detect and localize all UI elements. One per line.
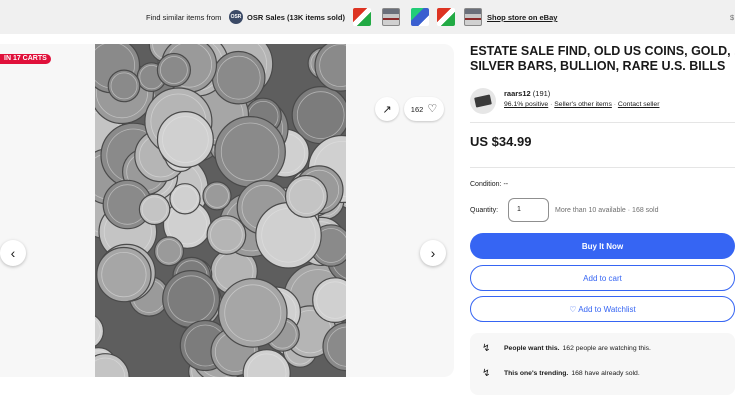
watch-count-button[interactable]: 162 ♡ xyxy=(404,97,444,121)
seller-card: raars12 (191) 96.1% positive · Seller's … xyxy=(470,86,735,116)
seller-links: 96.1% positive · Seller's other items · … xyxy=(504,101,659,108)
item-photo[interactable] xyxy=(95,44,346,377)
seller-name-label: raars12 xyxy=(504,89,531,98)
seller-positive-link[interactable]: 96.1% positive xyxy=(504,101,548,108)
chevron-right-icon[interactable]: › xyxy=(420,240,446,266)
demand-signals: ↯ People want this. 162 people are watch… xyxy=(470,333,735,395)
coins-image xyxy=(95,44,346,377)
similar-item-thumb[interactable] xyxy=(464,8,482,26)
store-banner: Find similar items from OSR OSR Sales (1… xyxy=(0,0,735,34)
similar-item-thumb[interactable] xyxy=(353,8,371,26)
image-gallery: ‹ › ↗ 162 ♡ xyxy=(0,44,454,377)
store-name-label: OSR Sales xyxy=(247,13,285,22)
signal-bold: People want this. xyxy=(504,345,560,352)
heart-icon: ♡ xyxy=(427,102,438,115)
signal-text: 162 people are watching this. xyxy=(562,345,651,352)
divider xyxy=(470,167,735,168)
store-name[interactable]: OSR Sales (13K items sold) xyxy=(247,13,345,22)
similar-item-thumb[interactable] xyxy=(437,8,455,26)
signal-text: 168 have already sold. xyxy=(571,370,640,377)
shop-store-link[interactable]: Shop store on eBay xyxy=(487,13,557,22)
banner-find-text: Find similar items from xyxy=(146,13,222,22)
watch-count: 162 xyxy=(410,104,424,114)
signal-bold: This one's trending. xyxy=(504,370,569,377)
add-to-watchlist-button[interactable]: ♡ Add to Watchlist xyxy=(470,296,735,322)
contact-seller-link[interactable]: Contact seller xyxy=(618,101,660,108)
lightning-icon: ↯ xyxy=(482,368,491,379)
quantity-label: Quantity: xyxy=(470,207,499,214)
lightning-icon: ↯ xyxy=(482,343,491,354)
condition-text: Condition: -- xyxy=(470,181,509,188)
seller-avatar[interactable] xyxy=(470,88,496,114)
similar-item-thumb[interactable] xyxy=(382,8,400,26)
divider xyxy=(470,122,735,123)
banner-trailing-text: $ xyxy=(730,13,735,22)
quantity-available: More than 10 available · 168 sold xyxy=(555,207,659,214)
listing-title-line2: SILVER BARS, BULLION, RARE U.S. BILLS xyxy=(470,59,726,73)
seller-other-items-link[interactable]: Seller's other items xyxy=(554,101,612,108)
listing-title-line1: ESTATE SALE FIND, OLD US COINS, GOLD, .9… xyxy=(470,44,735,58)
in-carts-badge: IN 17 CARTS xyxy=(0,54,51,64)
seller-feedback-count: (191) xyxy=(532,89,551,98)
listing-title: ESTATE SALE FIND, OLD US COINS, GOLD, .9… xyxy=(470,44,735,74)
add-to-cart-button[interactable]: Add to cart xyxy=(470,265,735,291)
chevron-left-icon[interactable]: ‹ xyxy=(0,240,26,266)
signal-watchers: ↯ People want this. 162 people are watch… xyxy=(482,343,651,354)
buy-it-now-button[interactable]: Buy It Now xyxy=(470,233,735,259)
similar-item-thumb[interactable] xyxy=(411,8,429,26)
seller-name[interactable]: raars12 (191) xyxy=(504,89,550,98)
store-sold-count: (13K items sold) xyxy=(287,13,345,22)
expand-icon[interactable]: ↗ xyxy=(375,97,399,121)
price: US $34.99 xyxy=(470,134,532,149)
signal-trending: ↯ This one's trending. 168 have already … xyxy=(482,368,640,379)
store-logo-icon[interactable]: OSR xyxy=(229,10,243,24)
quantity-input[interactable]: 1 xyxy=(508,198,549,222)
